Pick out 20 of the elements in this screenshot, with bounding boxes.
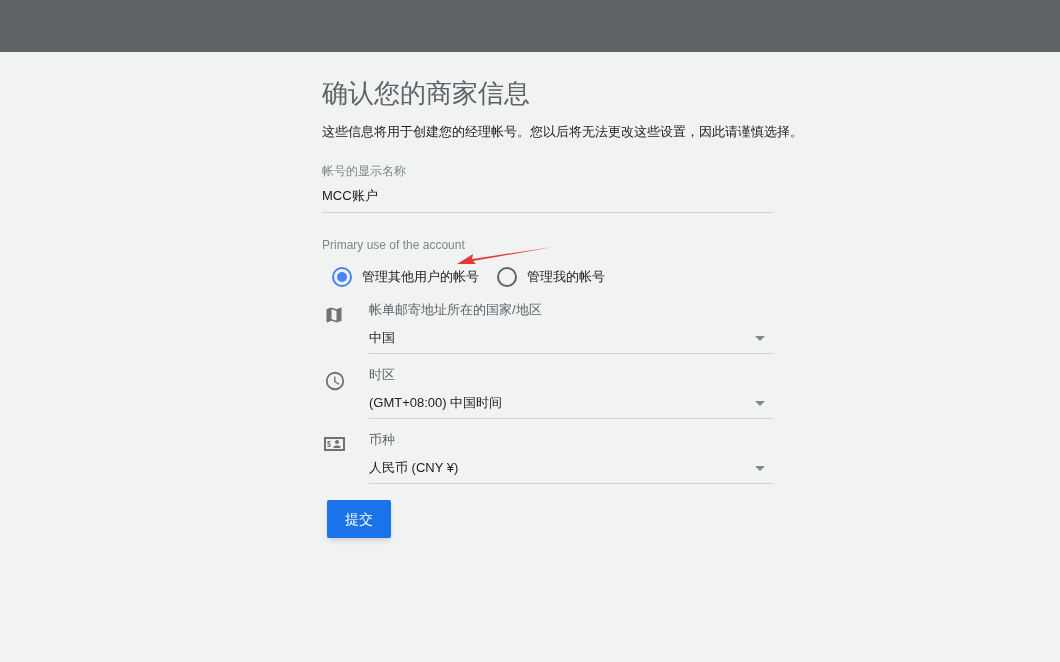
radio-label[interactable]: 管理我的帐号 (527, 267, 605, 287)
dropdown-caret-icon (755, 465, 765, 471)
map-icon (324, 305, 344, 325)
description-text: 这些信息将用于创建您的经理帐号。您以后将无法更改这些设置，因此请谨慎选择。 (322, 123, 802, 141)
clock-icon (324, 370, 346, 392)
radio-group-label: Primary use of the account (322, 237, 466, 253)
dropdown-field[interactable]: 时区 (GMT+08:00) 中国时间 (369, 366, 773, 419)
submit-button[interactable]: 提交 (327, 500, 391, 538)
banknote-icon (324, 436, 345, 452)
dropdown-caret-icon (755, 335, 765, 341)
dropdown-field[interactable]: 帐单邮寄地址所在的国家/地区 中国 (369, 301, 773, 354)
radio-button[interactable] (497, 267, 517, 287)
page-title: 确认您的商家信息 (322, 77, 531, 110)
radio-label[interactable]: 管理其他用户的帐号 (362, 267, 479, 287)
dropdown-field[interactable]: 币种 人民币 (CNY ¥) (369, 431, 773, 484)
dropdown-caret-icon (755, 400, 765, 406)
display-name-field[interactable]: 帐号的显示名称 MCC账户 (322, 163, 773, 213)
radio-option[interactable]: 管理其他用户的帐号 (332, 267, 479, 287)
radio-button[interactable] (332, 267, 352, 287)
radio-option[interactable]: 管理我的帐号 (497, 267, 605, 287)
